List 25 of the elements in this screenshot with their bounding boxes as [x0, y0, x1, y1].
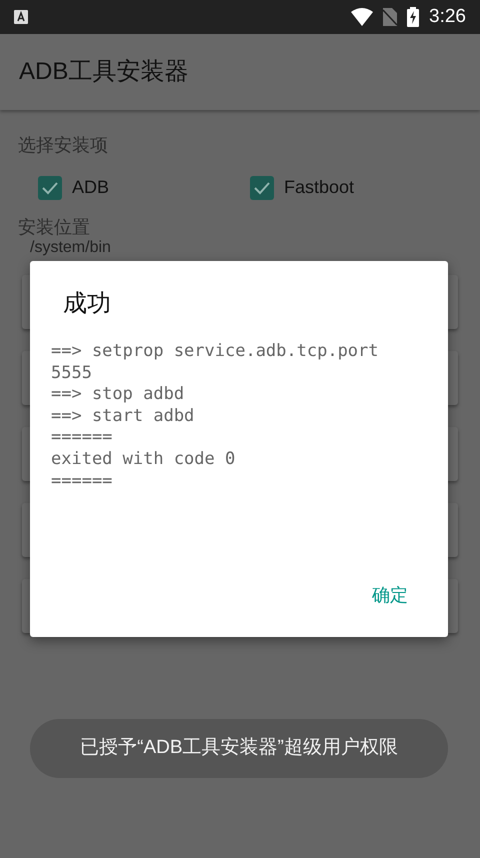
checkbox-label: ADB — [72, 176, 110, 199]
output-line: ==> stop adbd — [51, 384, 186, 406]
wifi-icon — [351, 8, 374, 26]
output-line: ==> start adbd — [51, 406, 196, 428]
output-line: ====== — [51, 470, 114, 492]
checkbox[interactable] — [250, 176, 274, 200]
section-heading: 安装位置 — [18, 216, 91, 239]
battery-charging-icon — [407, 7, 420, 27]
output-line: ====== — [51, 427, 114, 449]
install-path: /system/bin — [29, 239, 112, 257]
section-heading: 选择安装项 — [18, 134, 109, 157]
output-line: 5555 — [51, 362, 93, 384]
check-icon — [42, 180, 58, 194]
keyboard-notification-icon — [14, 10, 28, 24]
status-time: 3:26 — [429, 4, 466, 29]
output-line: ==> setprop service.adb.tcp.port — [51, 341, 380, 363]
checkbox-label: Fastboot — [284, 176, 354, 199]
confirm-button[interactable]: 确定 — [362, 574, 418, 617]
app-title: ADB工具安装器 — [19, 57, 188, 87]
toast-message: 已授予“ADB工具安装器”超级用户权限 — [80, 736, 398, 760]
checkbox[interactable] — [38, 176, 62, 200]
no-sim-icon — [383, 8, 398, 26]
check-icon — [254, 180, 270, 194]
output-line: exited with code 0 — [51, 448, 236, 471]
dialog-title: 成功 — [62, 289, 112, 319]
